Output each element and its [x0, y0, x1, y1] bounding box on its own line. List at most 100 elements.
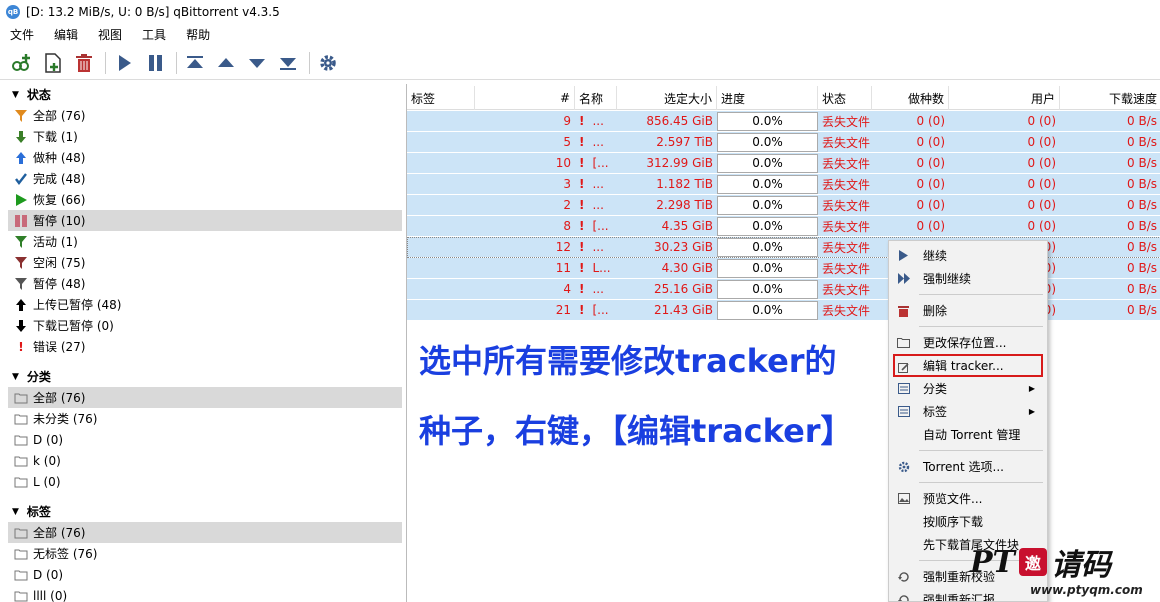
category-item-d[interactable]: D (0) [8, 429, 402, 450]
cell-size: 21.43 GiB [653, 303, 713, 317]
folder-icon [14, 391, 28, 405]
context-menu-item-sequential-download[interactable]: 按顺序下载 [889, 510, 1047, 533]
tag-item-d[interactable]: D (0) [8, 564, 402, 585]
table-row[interactable]: 2!... 2.298 TiB 0.0% 丢失文件 0 (0) 0 (0) 0 B/s [407, 195, 1160, 216]
context-menu-item-torrent-options[interactable]: Torrent 选项... [889, 455, 1047, 478]
tag-section-header[interactable]: ▼ 标签 [8, 501, 402, 522]
status-filter-downloading[interactable]: 下载 (1) [8, 126, 402, 147]
add-link-button[interactable] [8, 49, 36, 77]
status-filter-completed[interactable]: 完成 (48) [8, 168, 402, 189]
status-filter-resumed[interactable]: 恢复 (66) [8, 189, 402, 210]
cell-speed: 0 B/s [1127, 177, 1157, 191]
column-header-status[interactable]: 状态 [818, 86, 872, 110]
status-filter-seeding[interactable]: 做种 (48) [8, 147, 402, 168]
chevron-down-icon: ▼ [12, 371, 19, 382]
status-filter-download-paused[interactable]: 下载已暂停 (0) [8, 315, 402, 336]
table-row[interactable]: 10! [... 312.99 GiB 0.0% 丢失文件 0 (0) 0 (0) 0 B/s [407, 153, 1160, 174]
context-menu-item-resume[interactable]: 继续 [889, 244, 1047, 267]
status-filter-active[interactable]: 活动 (1) [8, 231, 402, 252]
table-row[interactable]: 8! [... 4.35 GiB 0.0% 丢失文件 0 (0) 0 (0) 0 B/s [407, 216, 1160, 237]
status-filter-upload-paused[interactable]: 上传已暂停 (48) [8, 294, 402, 315]
context-menu-item-auto-management[interactable]: 自动 Torrent 管理 [889, 423, 1047, 446]
category-section-header[interactable]: ▼ 分类 [8, 366, 402, 387]
cell-peers: 0 (0) [1027, 156, 1056, 170]
gear-icon [897, 460, 910, 473]
context-menu-item-set-location[interactable]: 更改保存位置... [889, 331, 1047, 354]
options-button[interactable] [314, 49, 342, 77]
status-filter-stalled[interactable]: 暂停 (48) [8, 273, 402, 294]
column-header-peers[interactable]: 用户 [949, 86, 1060, 110]
category-item-all[interactable]: 全部 (76) [8, 387, 402, 408]
column-header-number[interactable]: # [475, 86, 575, 110]
context-menu-label: 自动 Torrent 管理 [923, 428, 1021, 442]
chevron-down-icon: ▼ [12, 506, 19, 517]
error-icon: ! [579, 282, 585, 296]
context-menu-item-preview-file[interactable]: 预览文件... [889, 487, 1047, 510]
annotation-line-1: 选中所有需要修改tracker的 [419, 342, 837, 380]
context-menu-label: Torrent 选项... [923, 460, 1004, 474]
filter-all-icon [14, 109, 28, 123]
cell-status: 丢失文件 [822, 198, 871, 213]
tag-item-all[interactable]: 全部 (76) [8, 522, 402, 543]
column-header-name[interactable]: 名称 [575, 86, 617, 110]
pause-button[interactable] [141, 49, 169, 77]
table-row[interactable]: 3!... 1.182 TiB 0.0% 丢失文件 0 (0) 0 (0) 0 B/s [407, 174, 1160, 195]
column-header-size[interactable]: 选定大小 [617, 86, 717, 110]
status-filter-paused[interactable]: 暂停 (10) [8, 210, 402, 231]
column-header-download-speed[interactable]: 下载速度 [1060, 86, 1160, 110]
move-up-button[interactable] [212, 49, 240, 77]
move-bottom-button[interactable] [274, 49, 302, 77]
context-menu-item-edit-tracker[interactable]: 编辑 tracker... [893, 354, 1043, 377]
menu-edit[interactable]: 编辑 [44, 26, 88, 43]
status-filter-all[interactable]: 全部 (76) [8, 105, 402, 126]
torrent-name: L... [592, 261, 611, 275]
cell-size: 4.35 GiB [661, 219, 713, 233]
column-header-seeds[interactable]: 做种数 [872, 86, 949, 110]
context-menu-item-force-resume[interactable]: 强制继续 [889, 267, 1047, 290]
tag-item-llll[interactable]: llll (0) [8, 585, 402, 602]
cell-speed: 0 B/s [1127, 303, 1157, 317]
cell-seeds: 0 (0) [916, 198, 945, 212]
delete-button[interactable] [70, 49, 98, 77]
cell-num: 8 [563, 219, 571, 233]
folder-icon [14, 433, 28, 447]
status-filter-inactive[interactable]: 空闲 (75) [8, 252, 402, 273]
resume-button[interactable] [110, 49, 138, 77]
cell-tags [407, 237, 475, 258]
context-menu-item-delete[interactable]: 删除 [889, 299, 1047, 322]
category-item-k[interactable]: k (0) [8, 450, 402, 471]
status-filter-errored[interactable]: ! 错误 (27) [8, 336, 402, 357]
cell-num: 21 [555, 303, 571, 317]
column-header-tags[interactable]: 标签 [407, 86, 475, 110]
add-file-button[interactable] [39, 49, 67, 77]
chevron-down-icon: ▼ [12, 89, 19, 100]
menu-file[interactable]: 文件 [0, 26, 44, 43]
context-menu-item-force-reannounce[interactable]: 强制重新汇报 [889, 588, 1047, 601]
add-link-icon [12, 53, 30, 71]
cell-size: 2.597 TiB [656, 135, 713, 149]
table-row[interactable]: 9!... 856.45 GiB 0.0% 丢失文件 0 (0) 0 (0) 0 B/s [407, 111, 1160, 132]
move-down-button[interactable] [243, 49, 271, 77]
table-row[interactable]: 5!... 2.597 TiB 0.0% 丢失文件 0 (0) 0 (0) 0 B/s [407, 132, 1160, 153]
context-menu-label: 预览文件... [923, 492, 983, 506]
context-menu-item-tags[interactable]: 标签 ▶ [889, 400, 1047, 423]
category-item-uncategorized[interactable]: 未分类 (76) [8, 408, 402, 429]
cell-speed: 0 B/s [1127, 240, 1157, 254]
torrent-name: ... [592, 114, 604, 128]
cell-num: 11 [555, 261, 571, 275]
category-item-l[interactable]: L (0) [8, 471, 402, 492]
column-header-progress[interactable]: 进度 [717, 86, 818, 110]
context-menu-label: 强制继续 [923, 272, 972, 286]
context-menu-item-category[interactable]: 分类 ▶ [889, 377, 1047, 400]
cell-progress: 0.0% [717, 174, 818, 194]
menu-view[interactable]: 视图 [88, 26, 132, 43]
menu-help[interactable]: 帮助 [176, 26, 220, 43]
cell-peers: 0 (0) [1027, 135, 1056, 149]
tag-item-untagged[interactable]: 无标签 (76) [8, 543, 402, 564]
cell-name: !... [575, 174, 617, 195]
status-section-header[interactable]: ▼ 状态 [8, 84, 402, 105]
cell-peers: 0 (0) [1027, 177, 1056, 191]
move-top-button[interactable] [181, 49, 209, 77]
menu-tools[interactable]: 工具 [132, 26, 176, 43]
up-icon [218, 57, 234, 67]
